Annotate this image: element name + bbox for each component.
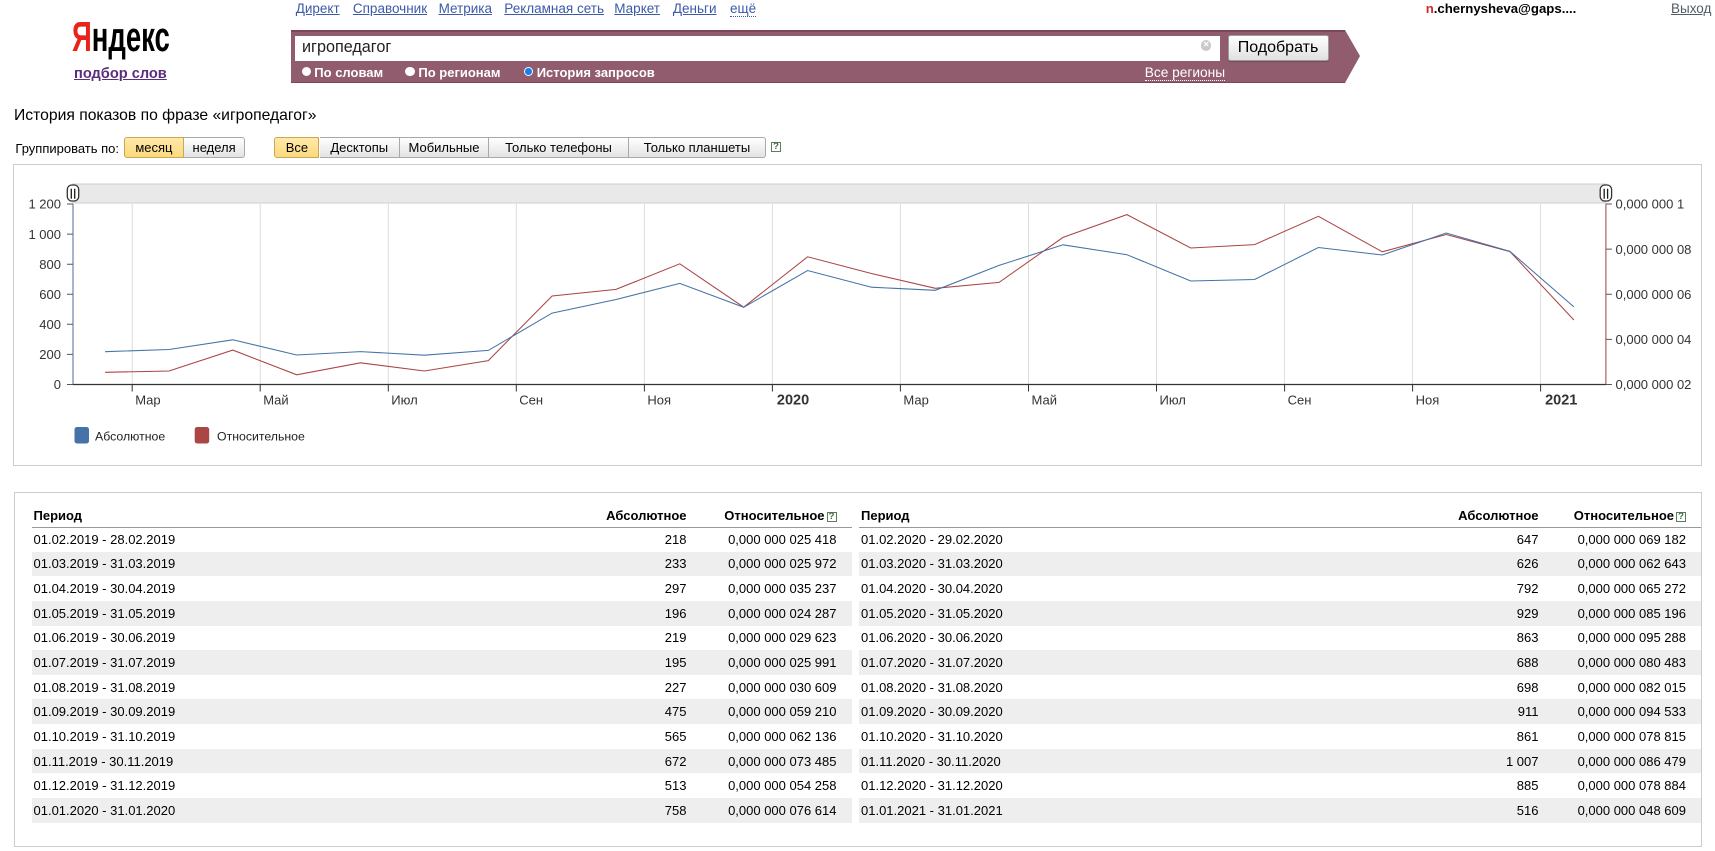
- svg-text:600: 600: [39, 287, 61, 302]
- svg-text:0,000 000 08: 0,000 000 08: [1616, 242, 1692, 257]
- svg-text:Мар: Мар: [903, 393, 928, 408]
- svg-text:Май: Май: [263, 393, 288, 408]
- svg-text:Май: Май: [1032, 393, 1057, 408]
- svg-text:Относительное: Относительное: [217, 430, 305, 444]
- svg-text:Ноя: Ноя: [1416, 393, 1440, 408]
- svg-text:0,000 000 1: 0,000 000 1: [1616, 197, 1685, 212]
- svg-text:0,000 000 06: 0,000 000 06: [1616, 287, 1692, 302]
- svg-text:800: 800: [39, 257, 61, 272]
- svg-text:0,000 000 04: 0,000 000 04: [1616, 332, 1692, 347]
- svg-text:Июл: Июл: [1160, 393, 1186, 408]
- svg-text:200: 200: [39, 347, 61, 362]
- svg-text:Сен: Сен: [1288, 393, 1312, 408]
- svg-text:1 000: 1 000: [28, 227, 61, 242]
- svg-text:1 200: 1 200: [28, 197, 61, 212]
- svg-text:Июл: Июл: [391, 393, 417, 408]
- svg-text:Мар: Мар: [135, 393, 160, 408]
- svg-text:2021: 2021: [1545, 393, 1577, 409]
- svg-text:400: 400: [39, 317, 61, 332]
- svg-text:Ноя: Ноя: [647, 393, 671, 408]
- svg-text:2020: 2020: [777, 393, 809, 409]
- svg-text:0: 0: [54, 377, 61, 392]
- svg-text:Абсолютное: Абсолютное: [95, 430, 165, 444]
- svg-text:0,000 000 02: 0,000 000 02: [1616, 377, 1692, 392]
- svg-text:Сен: Сен: [519, 393, 543, 408]
